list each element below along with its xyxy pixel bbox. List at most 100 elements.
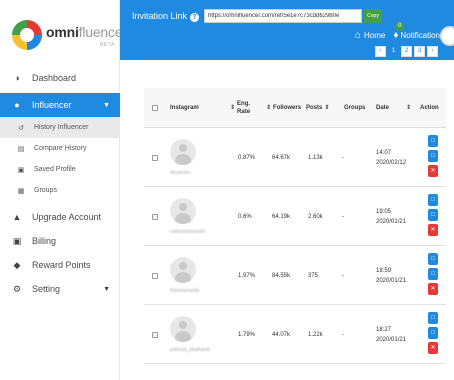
sidebar-subitem-history-influencer[interactable]: ↺ History Influencer (0, 117, 120, 138)
view-file-icon[interactable]: □ (428, 253, 438, 265)
diamond-icon: ◆ (13, 259, 21, 270)
column-date: Date (376, 105, 390, 111)
instagram-username[interactable]: febiolarosella (170, 286, 199, 296)
sidebar-item-upgrade-account[interactable]: ▲ Upgrade Account (0, 205, 120, 229)
row-checkbox[interactable] (152, 214, 158, 220)
megaphone-icon: ▲ (12, 212, 22, 222)
instagram-username[interactable]: catherinesumitri (170, 227, 205, 237)
sidebar-item-label: Upgrade Account (32, 212, 102, 222)
profile-avatar[interactable] (170, 315, 196, 342)
instagram-username[interactable]: patricia_stephanie (170, 345, 211, 355)
caret-down-icon: ▼ (103, 101, 110, 109)
row-checkbox-cell (152, 306, 158, 364)
profile-avatar[interactable] (170, 256, 196, 283)
sidebar-subitem-label: Saved Profile (34, 166, 76, 173)
sidebar-item-reward-points[interactable]: ◆ Reward Points (0, 253, 120, 277)
row-checkbox-cell (152, 247, 158, 305)
save-file-icon[interactable]: □ (428, 268, 438, 280)
invitation-link-input[interactable] (204, 9, 362, 23)
view-file-icon[interactable]: □ (428, 135, 438, 147)
briefcase-icon: ▦ (17, 187, 25, 195)
date-cell: 18:59 2020/01/21 (376, 268, 407, 284)
sidebar-subitem-label: Compare History (34, 145, 87, 152)
pagination: ‹ 1 2 3 › (375, 46, 438, 57)
save-file-icon[interactable]: □ (428, 209, 438, 221)
instagram-cell[interactable]: dinatroko (170, 129, 196, 187)
row-checkbox[interactable] (152, 332, 158, 338)
help-icon[interactable]: ? (190, 13, 200, 22)
groups-cell: - (342, 214, 344, 220)
eng-rate-cell: 0.6% (238, 214, 252, 220)
sidebar: omnifluencer BETA ◑ Dashboard ● Influenc… (0, 0, 127, 380)
pagination-next[interactable]: › (427, 46, 438, 57)
followers-cell: 44.07k (272, 332, 291, 338)
instagram-cell[interactable]: patricia_stephanie (170, 306, 211, 364)
top-links: ⌂ Home ♦ 0 Notification (355, 21, 440, 42)
home-icon[interactable]: ⌂ (355, 30, 361, 41)
select-all-checkbox[interactable] (152, 105, 158, 111)
instagram-cell[interactable]: catherinesumitri (170, 188, 205, 246)
brand-logo[interactable]: omnifluencer BETA (12, 18, 127, 58)
sidebar-item-influencer[interactable]: ● Influencer ▼ (0, 93, 120, 117)
sidebar-subitem-label: History Influencer (34, 124, 89, 131)
pagination-page-2[interactable]: 2 (401, 46, 412, 57)
instagram-cell[interactable]: febiolarosella (170, 247, 199, 305)
row-checkbox-cell (152, 129, 158, 187)
row-actions: □ □ ✕ (428, 194, 438, 236)
pagination-prev[interactable]: ‹ (375, 46, 386, 57)
invitation-link-label: Invitation Link? (132, 11, 200, 22)
caret-down-icon: ▼ (103, 285, 110, 293)
followers-cell: 64.67k (272, 155, 291, 161)
view-file-icon[interactable]: □ (428, 312, 438, 324)
row-checkbox[interactable] (152, 273, 158, 279)
date-cell: 19:05 2020/01/21 (376, 209, 407, 225)
influencer-history-table: Instagram ⇕ Eng. Rate ⇕ Followers Posts ⇕… (144, 88, 446, 380)
followers-cell: 84.55k (272, 273, 291, 279)
sidebar-item-label: Reward Points (32, 260, 91, 270)
table-header: Instagram ⇕ Eng. Rate ⇕ Followers Posts ⇕… (144, 88, 446, 128)
notification-link[interactable]: Notification (400, 31, 440, 40)
bell-icon[interactable]: ♦ 0 (393, 21, 405, 41)
profile-avatar[interactable] (170, 138, 196, 165)
sidebar-subitem-saved-profile[interactable]: ▣ Saved Profile (0, 159, 120, 180)
delete-trash-icon[interactable]: ✕ (428, 165, 438, 177)
palette-icon: ◑ (14, 73, 20, 83)
pagination-page-3[interactable]: 3 (414, 46, 425, 57)
sidebar-item-billing[interactable]: ▣ Billing (0, 229, 120, 253)
groups-cell: - (342, 332, 344, 338)
select-all-checkbox-cell (152, 88, 158, 128)
sidebar-item-label: Influencer (32, 100, 72, 110)
column-followers[interactable]: ⇕ Followers (266, 88, 301, 128)
delete-trash-icon[interactable]: ✕ (428, 283, 438, 295)
eng-rate-cell: 1.97% (238, 273, 256, 279)
copy-button[interactable]: Copy (364, 9, 382, 23)
history-icon: ↺ (18, 124, 24, 132)
save-file-icon[interactable]: □ (428, 150, 438, 162)
user-avatar[interactable] (440, 26, 454, 46)
sidebar-subitem-compare-history[interactable]: ▤ Compare History (0, 138, 120, 159)
chart-icon: ▤ (17, 145, 25, 153)
column-posts[interactable]: Posts ⇕ (306, 88, 331, 128)
profile-avatar[interactable] (170, 197, 196, 224)
column-eng-rate[interactable]: ⇕ Eng. Rate (230, 88, 250, 128)
sidebar-item-label: Setting (32, 284, 61, 294)
delete-trash-icon[interactable]: ✕ (428, 224, 438, 236)
sidebar-item-dashboard[interactable]: ◑ Dashboard (0, 66, 120, 90)
home-link[interactable]: Home (364, 31, 385, 40)
sort-icon: ⇕ (406, 105, 412, 111)
posts-cell: 1.13k (308, 155, 323, 161)
lock-icon: ▣ (17, 166, 25, 174)
sidebar-item-setting[interactable]: ⚙ Setting ▼ (0, 277, 120, 301)
sidebar-subitem-groups[interactable]: ▦ Groups (0, 180, 120, 201)
delete-trash-icon[interactable]: ✕ (428, 342, 438, 354)
brand-beta-label: BETA (100, 42, 115, 48)
row-checkbox[interactable] (152, 155, 158, 161)
table-row: febiolarosella 1.97% 84.55k 375 - 18:59 … (144, 247, 446, 305)
row-checkbox-cell (152, 188, 158, 246)
view-file-icon[interactable]: □ (428, 194, 438, 206)
column-date-sort[interactable]: ⇕ (406, 88, 413, 128)
pagination-page-1[interactable]: 1 (388, 46, 399, 57)
sidebar-nav: ◑ Dashboard ● Influencer ▼ ↺ History Inf… (0, 64, 120, 301)
save-file-icon[interactable]: □ (428, 327, 438, 339)
instagram-username[interactable]: dinatroko (170, 168, 191, 178)
